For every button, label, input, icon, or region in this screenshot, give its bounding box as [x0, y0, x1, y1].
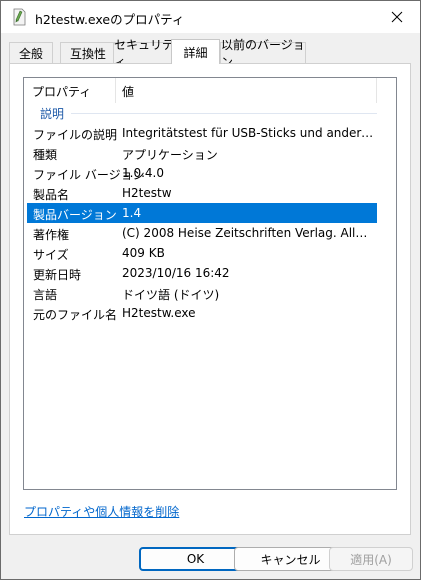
- tab-previous-versions[interactable]: 以前のバージョン: [220, 38, 306, 69]
- tab-details[interactable]: 詳細: [171, 39, 220, 64]
- window-title: h2testw.exeのプロパティ: [35, 12, 185, 27]
- row-property: ファイルの説明: [33, 128, 118, 142]
- properties-dialog: h2testw.exeのプロパティ 全般 互換性 セキュリティ 詳細 以前のバー…: [0, 0, 421, 580]
- row-property: 著作権: [33, 228, 70, 242]
- row-property: 種類: [33, 148, 58, 162]
- row-value: 409 KB: [122, 246, 165, 260]
- row-value: ドイツ語 (ドイツ): [122, 288, 220, 302]
- table-row[interactable]: ファイルの説明 Integritätstest für USB-Sticks u…: [27, 123, 377, 143]
- column-header-value[interactable]: 値: [122, 83, 134, 100]
- row-property: 製品バージョン: [33, 208, 117, 222]
- group-header-description: 説明: [24, 104, 396, 122]
- close-icon: [391, 11, 403, 23]
- row-value: H2testw.exe: [122, 306, 196, 320]
- table-row[interactable]: サイズ 409 KB: [27, 243, 377, 263]
- table-row-selected[interactable]: 製品バージョン 1.4: [27, 203, 377, 223]
- apply-button[interactable]: 適用(A): [329, 547, 413, 571]
- tab-security[interactable]: セキュリティ: [113, 38, 176, 69]
- row-property: サイズ: [33, 248, 69, 262]
- row-property: 製品名: [33, 188, 70, 202]
- row-value: アプリケーション: [122, 148, 218, 162]
- table-row[interactable]: 製品名 H2testw: [27, 183, 377, 203]
- table-row[interactable]: 更新日時 2023/10/16 16:42: [27, 263, 377, 283]
- close-button[interactable]: [374, 1, 420, 33]
- row-value: H2testw: [122, 186, 172, 200]
- properties-list[interactable]: プロパティ 値 説明 ファイルの説明 Integritätstest für U…: [23, 77, 397, 490]
- row-property: 言語: [33, 288, 58, 302]
- table-row[interactable]: 種類 アプリケーション: [27, 143, 377, 163]
- table-row[interactable]: 元のファイル名 H2testw.exe: [27, 303, 377, 323]
- row-property: 元のファイル名: [33, 308, 118, 322]
- title-bar: h2testw.exeのプロパティ: [1, 1, 420, 33]
- tab-compatibility[interactable]: 互換性: [60, 42, 116, 63]
- table-row[interactable]: 言語 ドイツ語 (ドイツ): [27, 283, 377, 303]
- row-property: 更新日時: [33, 268, 82, 282]
- remove-properties-link[interactable]: プロパティや個人情報を削除: [24, 503, 179, 520]
- row-value: 1.0.4.0: [122, 166, 164, 180]
- row-value: 2023/10/16 16:42: [122, 266, 230, 280]
- app-file-icon: [11, 8, 27, 26]
- table-row[interactable]: ファイル バージョン 1.0.4.0: [27, 163, 377, 183]
- group-divider: [71, 113, 377, 114]
- column-header-property[interactable]: プロパティ: [32, 83, 91, 100]
- row-value: 1.4: [122, 206, 142, 220]
- row-value: Integritätstest für USB-Sticks und ander…: [122, 126, 374, 140]
- table-row[interactable]: 著作権 (C) 2008 Heise Zeitschriften Verlag.…: [27, 223, 377, 243]
- group-label: 説明: [40, 107, 65, 121]
- row-value: (C) 2008 Heise Zeitschriften Verlag. All…: [122, 226, 374, 240]
- tab-general[interactable]: 全般: [9, 42, 53, 63]
- list-header: プロパティ 値: [24, 78, 396, 103]
